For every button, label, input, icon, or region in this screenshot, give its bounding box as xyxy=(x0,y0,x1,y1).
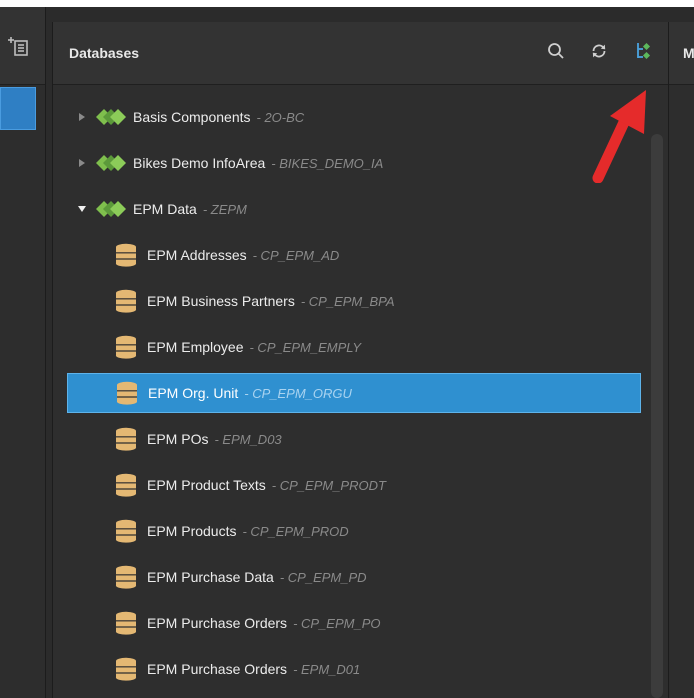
tree-item-label: EPM Purchase Orders xyxy=(147,615,288,631)
tree-item-label: EPM Addresses xyxy=(147,247,247,263)
database-icon xyxy=(115,657,137,681)
database-icon xyxy=(115,611,137,635)
expand-right-icon[interactable] xyxy=(77,158,87,168)
application-window: Databases Basis Components - 2O-BC Bikes… xyxy=(0,7,694,698)
search-icon[interactable] xyxy=(543,38,569,64)
tree-item-label: EPM Purchase Orders xyxy=(147,661,288,677)
right-panel: M xyxy=(668,22,694,698)
right-panel-header: M xyxy=(669,22,694,85)
tree-item-technical-name: - CP_EPM_PRODT xyxy=(271,477,386,493)
tree-scrollbar[interactable] xyxy=(651,134,663,698)
tree-item-database[interactable]: EPM Addresses - CP_EPM_AD xyxy=(67,235,641,275)
tree-item-technical-name: - EPM_D03 xyxy=(214,431,282,447)
tree-item-label: EPM POs xyxy=(147,431,209,447)
left-panel xyxy=(0,7,46,698)
infoarea-icon xyxy=(95,108,127,126)
left-panel-header xyxy=(0,7,45,85)
tree-item-label: EPM Data xyxy=(133,201,197,217)
tree-item-database[interactable]: EPM POs - EPM_D03 xyxy=(67,419,641,459)
tree-item-label: EPM Purchase Data xyxy=(147,569,274,585)
tree-item-technical-name: - CP_EPM_PO xyxy=(293,615,381,631)
tree-item-technical-name: - CP_EPM_BPA xyxy=(300,293,395,309)
tree-item-label: EPM Business Partners xyxy=(147,293,295,309)
database-icon xyxy=(115,565,137,589)
tree-item-technical-name: - BIKES_DEMO_IA xyxy=(271,155,384,171)
tree-item-infoarea[interactable]: EPM Data - ZEPM xyxy=(67,189,641,229)
database-icon xyxy=(115,243,137,267)
refresh-icon[interactable] xyxy=(586,38,612,64)
tree-item-infoarea[interactable]: Bikes Demo InfoArea - BIKES_DEMO_IA xyxy=(67,143,641,183)
tree-item-technical-name: - EPM_D01 xyxy=(293,661,361,677)
tree-item-technical-name: - CP_EPM_AD xyxy=(252,247,340,263)
tree-item-database[interactable]: EPM Business Partners - CP_EPM_BPA xyxy=(67,281,641,321)
tree-item-database[interactable]: EPM Product Texts - CP_EPM_PRODT xyxy=(67,465,641,505)
tree-item-technical-name: - 2O-BC xyxy=(256,109,305,125)
tree-item-infoarea[interactable]: Basis Components - 2O-BC xyxy=(67,97,641,137)
tree-item-database[interactable]: EPM Products - CP_EPM_PROD xyxy=(67,511,641,551)
infoarea-icon xyxy=(95,154,127,172)
database-icon xyxy=(115,519,137,543)
tree-item-label: Bikes Demo InfoArea xyxy=(133,155,266,171)
tree-item-database[interactable]: EPM Purchase Data - CP_EPM_PD xyxy=(67,557,641,597)
tree-item-database[interactable]: EPM Org. Unit - CP_EPM_ORGU xyxy=(67,373,641,413)
infoarea-icon xyxy=(95,200,127,218)
tree-item-database[interactable]: EPM Employee - CP_EPM_EMPLY xyxy=(67,327,641,367)
right-panel-title: M xyxy=(683,45,694,61)
database-icon xyxy=(115,427,137,451)
panel-title: Databases xyxy=(69,45,140,61)
database-icon xyxy=(116,381,138,405)
expand-right-icon[interactable] xyxy=(77,112,87,122)
databases-panel: Databases Basis Components - 2O-BC Bikes… xyxy=(52,22,669,698)
tree-item-technical-name: - CP_EPM_PROD xyxy=(242,523,349,539)
database-icon xyxy=(115,335,137,359)
tree-item-label: EPM Org. Unit xyxy=(148,385,239,401)
database-tree: Basis Components - 2O-BC Bikes Demo InfoAr… xyxy=(53,85,649,698)
left-panel-selected-item[interactable] xyxy=(0,87,36,130)
tree-item-technical-name: - ZEPM xyxy=(202,201,247,217)
tree-item-label: Basis Components xyxy=(133,109,251,125)
tree-item-label: EPM Products xyxy=(147,523,237,539)
tree-item-technical-name: - CP_EPM_EMPLY xyxy=(249,339,361,355)
database-icon xyxy=(115,473,137,497)
add-list-icon[interactable] xyxy=(6,35,30,59)
tree-item-technical-name: - CP_EPM_PD xyxy=(279,569,367,585)
tree-item-technical-name: - CP_EPM_ORGU xyxy=(244,385,352,401)
database-icon xyxy=(115,289,137,313)
tree-item-label: EPM Employee xyxy=(147,339,244,355)
tree-item-database[interactable]: EPM Purchase Orders - CP_EPM_PO xyxy=(67,603,641,643)
tree-view-icon[interactable] xyxy=(631,38,657,64)
tree-item-label: EPM Product Texts xyxy=(147,477,266,493)
expand-down-icon[interactable] xyxy=(77,204,87,214)
databases-panel-header: Databases xyxy=(53,22,669,85)
tree-item-database[interactable]: EPM Purchase Orders - EPM_D01 xyxy=(67,649,641,689)
